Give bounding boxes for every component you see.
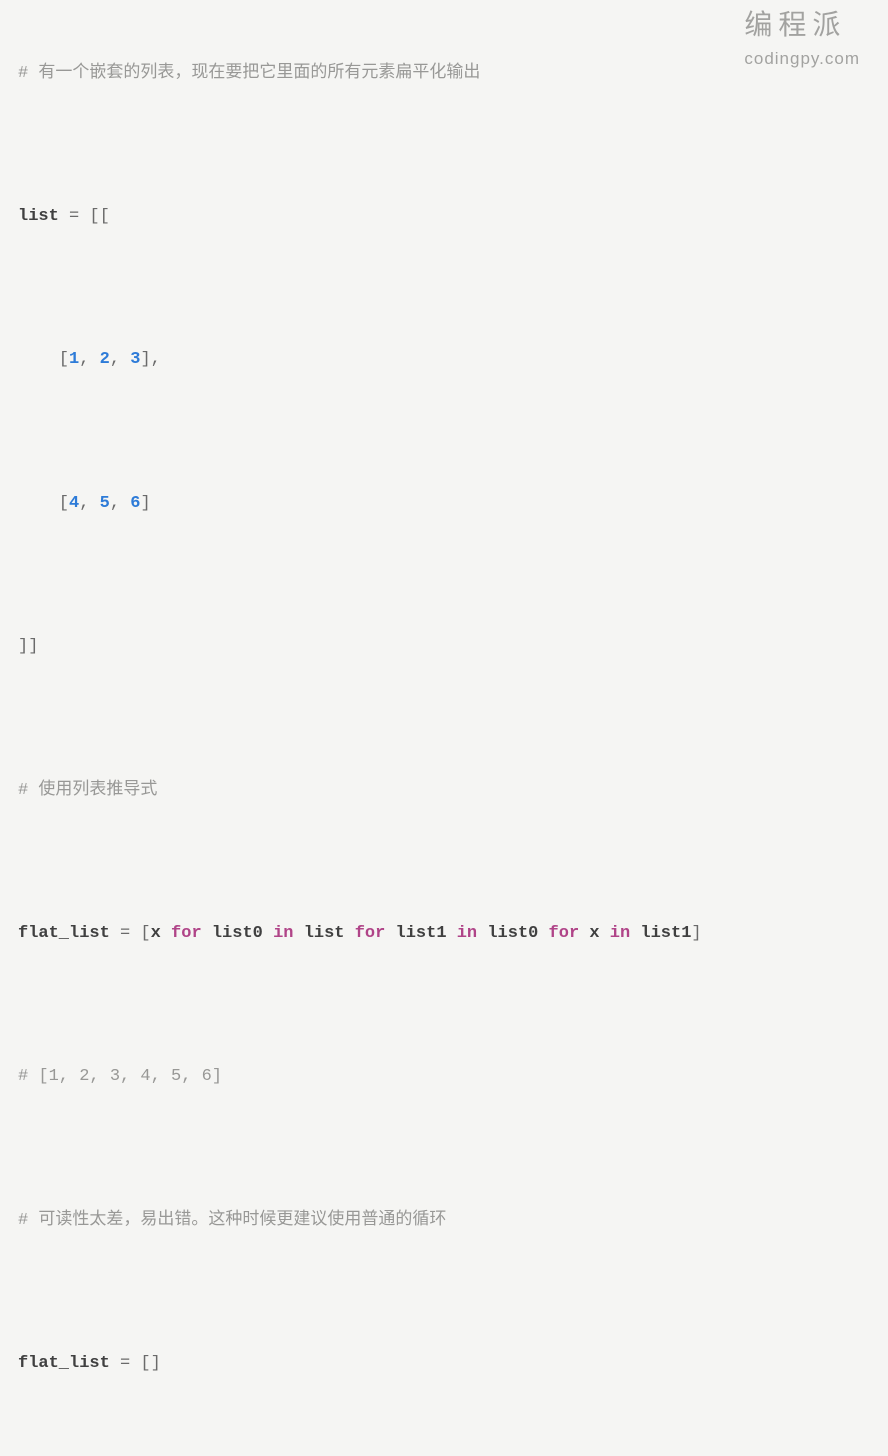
code-punct: , [110,494,130,513]
code-number: 3 [130,350,140,369]
code-block: # 有一个嵌套的列表，现在要把它里面的所有元素扁平化输出 list = [[ [… [18,14,870,1456]
code-ident: list1 [640,924,691,943]
code-number: 1 [69,350,79,369]
code-keyword: for [345,924,396,943]
code-punct: , [110,350,130,369]
code-ident: flat_list [18,1354,110,1373]
comment-line: # 可读性太差，易出错。这种时候更建议使用普通的循环 [18,1211,446,1230]
code-ident: list0 [487,924,538,943]
code-punct: ], [140,350,160,369]
code-punct: ] [691,924,701,943]
code-punct: = [[ [59,207,110,226]
code-number: 4 [69,494,79,513]
code-ident: x [589,924,599,943]
code-keyword: in [600,924,641,943]
watermark-en: codingpy.com [744,47,860,71]
code-punct: = [] [110,1354,161,1373]
code-punct: [ [18,350,69,369]
code-ident: x [151,924,161,943]
code-keyword: for [161,924,212,943]
code-number: 6 [130,494,140,513]
code-punct: = [ [110,924,151,943]
code-punct: , [79,350,99,369]
code-keyword: in [263,924,304,943]
watermark-cn: 编程派 [744,6,860,45]
code-punct: [ [18,494,69,513]
code-ident: list0 [212,924,263,943]
code-ident: list1 [396,924,447,943]
comment-line: # 使用列表推导式 [18,781,157,800]
code-number: 2 [100,350,110,369]
code-punct: ]] [18,637,38,656]
comment-line: # [1, 2, 3, 4, 5, 6] [18,1067,222,1086]
code-number: 5 [100,494,110,513]
code-ident: flat_list [18,924,110,943]
code-ident: list [304,924,345,943]
code-ident: list [18,207,59,226]
code-punct: , [79,494,99,513]
code-punct: ] [140,494,150,513]
code-keyword: in [447,924,488,943]
code-keyword: for [538,924,589,943]
watermark: 编程派 codingpy.com [744,6,860,71]
comment-line: # 有一个嵌套的列表，现在要把它里面的所有元素扁平化输出 [18,64,480,83]
